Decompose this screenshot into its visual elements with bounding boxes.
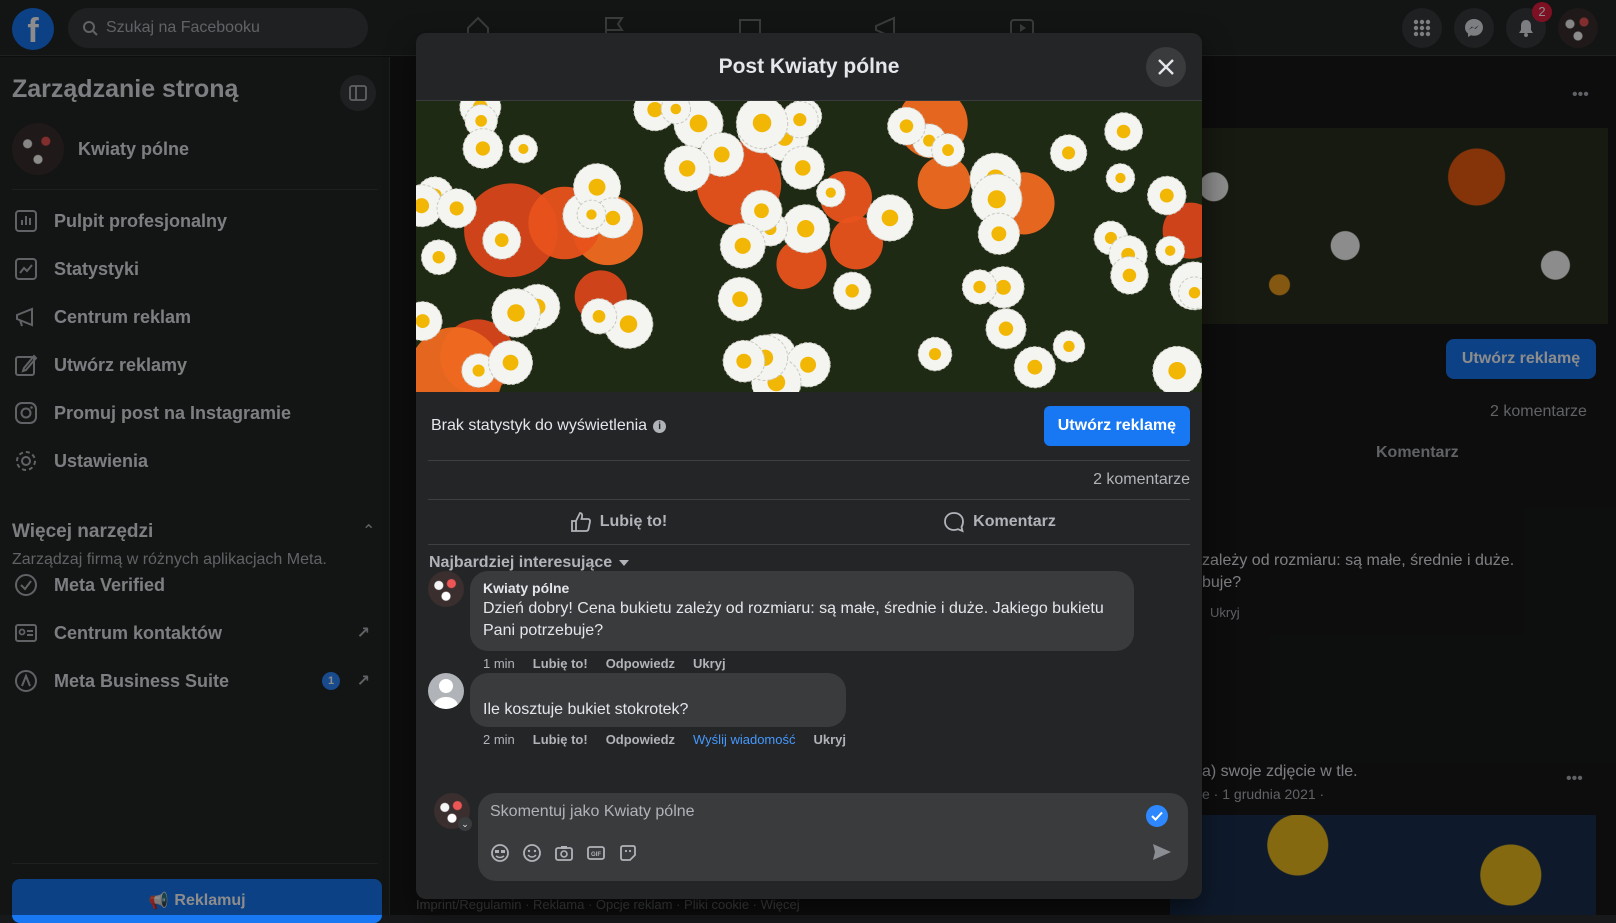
- comment-sort-dropdown[interactable]: Najbardziej interesujące: [429, 553, 1202, 573]
- send-icon: [1153, 844, 1171, 860]
- gif-icon[interactable]: GIF: [586, 843, 606, 863]
- post-dialog: Post Kwiaty pólne Brak statystyk do wyśw…: [416, 33, 1202, 899]
- comment-hide-link[interactable]: Ukryj: [814, 732, 847, 747]
- comment-item: Kwiaty pólne Dzień dobry! Cena bukietu z…: [428, 571, 1134, 671]
- info-icon[interactable]: i: [653, 419, 667, 433]
- svg-text:GIF: GIF: [591, 852, 601, 858]
- send-button[interactable]: [1152, 843, 1172, 866]
- comment-time[interactable]: 2 min: [483, 732, 515, 747]
- comment-composer: ⌄ GIF: [434, 793, 1188, 881]
- comment-text: Ile kosztuje bukiet stokrotek?: [483, 701, 689, 718]
- comment-author[interactable]: Kwiaty pólne: [483, 580, 1121, 596]
- comment-button[interactable]: Komentarz: [809, 500, 1190, 544]
- like-label: Lubię to!: [599, 513, 668, 530]
- check-icon[interactable]: [1146, 805, 1168, 827]
- comment-bubble: Kwiaty pólne Dzień dobry! Cena bukietu z…: [470, 571, 1134, 651]
- comment-input-box[interactable]: GIF: [478, 793, 1188, 881]
- send-message-link[interactable]: Wyślij wiadomość: [693, 732, 795, 747]
- comment-input[interactable]: [490, 803, 1110, 821]
- emoji-icon[interactable]: [522, 843, 542, 863]
- sticker-icon[interactable]: [618, 843, 638, 863]
- commenter-avatar[interactable]: [428, 571, 464, 607]
- comment-like-link[interactable]: Lubię to!: [533, 732, 588, 747]
- caret-down-icon: [619, 560, 630, 566]
- comment-text: Dzień dobry! Cena bukietu zależy od rozm…: [483, 600, 1104, 639]
- comment-time[interactable]: 1 min: [483, 656, 515, 671]
- comment-hide-link[interactable]: Ukryj: [693, 656, 726, 671]
- close-button[interactable]: [1146, 47, 1186, 87]
- dialog-title: Post Kwiaty pólne: [718, 54, 900, 78]
- comment-meta: 1 min Lubię to! Odpowiedz Ukryj: [483, 656, 1134, 671]
- avatar-sticker-icon[interactable]: [490, 843, 510, 863]
- comment-bubble-icon: [944, 512, 965, 533]
- composer-avatar[interactable]: ⌄: [434, 793, 472, 831]
- post-photo[interactable]: [416, 101, 1202, 392]
- comment-meta: 2 min Lubię to! Odpowiedz Wyślij wiadomo…: [483, 732, 846, 747]
- comment-label: Komentarz: [973, 513, 1056, 530]
- user-silhouette-icon: [434, 679, 458, 709]
- stats-row: Brak statystyk do wyświetlenia i Utwórz …: [416, 392, 1202, 460]
- flower-field-image: [416, 101, 1202, 392]
- post-actions: Lubię to! Komentarz: [428, 500, 1190, 544]
- stats-text: Brak statystyk do wyświetlenia: [431, 417, 648, 434]
- camera-icon[interactable]: [554, 843, 574, 863]
- comments-count[interactable]: 2 komentarze: [416, 461, 1202, 499]
- create-ad-button[interactable]: Utwórz reklamę: [1043, 406, 1190, 446]
- comment-reply-link[interactable]: Odpowiedz: [606, 656, 675, 671]
- sort-label: Najbardziej interesujące: [429, 554, 613, 571]
- default-user-avatar[interactable]: [428, 673, 464, 709]
- stats-message: Brak statystyk do wyświetlenia i: [431, 417, 667, 435]
- like-button[interactable]: Lubię to!: [428, 500, 809, 544]
- close-icon: [1158, 59, 1174, 75]
- comment-reply-link[interactable]: Odpowiedz: [606, 732, 675, 747]
- comment-item: Ile kosztuje bukiet stokrotek? 2 min Lub…: [428, 673, 847, 747]
- chevron-down-icon[interactable]: ⌄: [458, 817, 472, 831]
- comment-like-link[interactable]: Lubię to!: [533, 656, 588, 671]
- composer-tools: GIF: [490, 843, 638, 863]
- thumbs-up-icon: [570, 512, 591, 532]
- divider: [428, 544, 1190, 545]
- dialog-header: Post Kwiaty pólne: [416, 33, 1202, 101]
- comment-bubble: Ile kosztuje bukiet stokrotek?: [470, 673, 847, 727]
